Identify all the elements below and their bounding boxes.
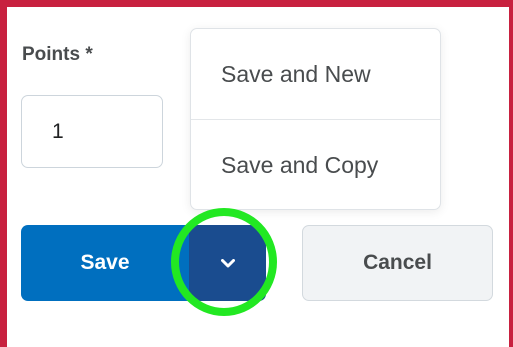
frame-border-right [509, 0, 513, 347]
chevron-down-icon [220, 258, 235, 267]
points-input-value: 1 [52, 120, 64, 143]
points-label: Points * [22, 44, 93, 65]
frame-border-top [0, 0, 513, 7]
menu-item-save-and-copy[interactable]: Save and Copy [191, 120, 440, 210]
cancel-button[interactable]: Cancel [302, 225, 493, 301]
save-button[interactable]: Save [21, 225, 189, 301]
points-input[interactable]: 1 [21, 95, 163, 168]
menu-item-save-and-new[interactable]: Save and New [191, 29, 440, 119]
save-options-menu: Save and New Save and Copy [190, 28, 441, 210]
save-dropdown-button[interactable] [189, 225, 266, 301]
frame-border-left [0, 0, 7, 347]
